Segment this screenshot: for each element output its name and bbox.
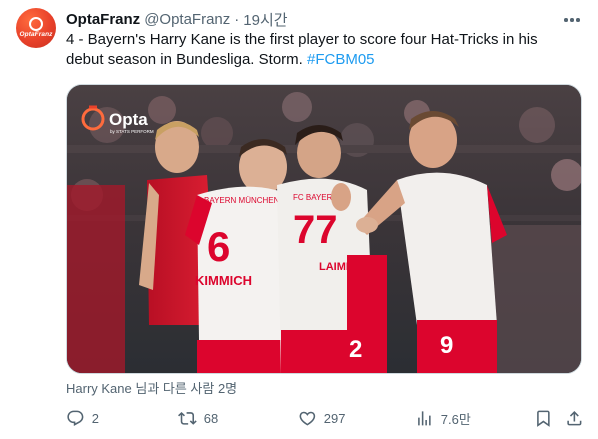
tweet-header: OptaFranz @OptaFranz · 19시간 xyxy=(66,9,548,29)
views-button[interactable]: 7.6만 xyxy=(415,408,471,428)
tagged-text: Harry Kane 님과 다른 사람 2명 xyxy=(66,380,238,396)
author-name[interactable]: OptaFranz xyxy=(66,11,140,28)
shirt-number-left: 6 xyxy=(207,223,230,270)
views-chart-icon xyxy=(418,410,431,426)
tweet-body: 4 - Bayern's Harry Kane is the first pla… xyxy=(66,31,538,68)
share-button[interactable] xyxy=(565,408,584,428)
views-count: 7.6만 xyxy=(440,411,471,427)
shirt-name-left: KIMMICH xyxy=(195,273,252,288)
shirt-number-right: 9 xyxy=(440,332,453,359)
watermark-sub: by STATS PERFORM xyxy=(110,129,154,134)
tweet-text: 4 - Bayern's Harry Kane is the first pla… xyxy=(66,30,566,70)
shirt-text-left: BAYERN MÜNCHEN xyxy=(204,196,280,205)
retweet-button[interactable]: 68 xyxy=(178,408,218,428)
reply-count: 2 xyxy=(91,410,99,426)
tweet[interactable]: OptaFranz OptaFranz @OptaFranz · 19시간 4 … xyxy=(0,0,598,439)
tweet-photo[interactable]: 6 BAYERN MÜNCHEN KIMMICH 77 FC BAYERN LA… xyxy=(66,84,582,374)
action-bar: 2 68 297 7.6만 xyxy=(66,404,582,432)
separator-dot: · xyxy=(234,10,240,28)
like-count: 297 xyxy=(323,410,346,426)
like-button[interactable]: 297 xyxy=(298,408,345,428)
opta-logo-icon xyxy=(29,17,43,32)
more-dots-icon[interactable] xyxy=(562,10,582,30)
tagged-people[interactable]: Harry Kane 님과 다른 사람 2명 xyxy=(66,378,237,396)
watermark-brand: Opta xyxy=(109,110,148,129)
retweet-icon xyxy=(178,411,197,425)
retweet-count: 68 xyxy=(203,410,219,426)
share-icon xyxy=(567,410,582,426)
reply-button[interactable]: 2 xyxy=(66,408,99,428)
author-handle[interactable]: @OptaFranz xyxy=(144,11,230,28)
heart-icon xyxy=(299,411,316,426)
bookmark-button[interactable] xyxy=(534,408,553,428)
timestamp[interactable]: 19시간 xyxy=(243,9,287,30)
avatar[interactable]: OptaFranz xyxy=(16,8,56,48)
avatar-brand-label: OptaFranz xyxy=(19,31,53,39)
shirt-number-mid: 77 xyxy=(293,208,338,252)
bookmark-icon xyxy=(537,410,550,427)
hashtag-link[interactable]: #FCBM05 xyxy=(307,51,375,68)
reply-icon xyxy=(67,410,84,426)
shirt-number-partial: 2 xyxy=(349,336,362,363)
